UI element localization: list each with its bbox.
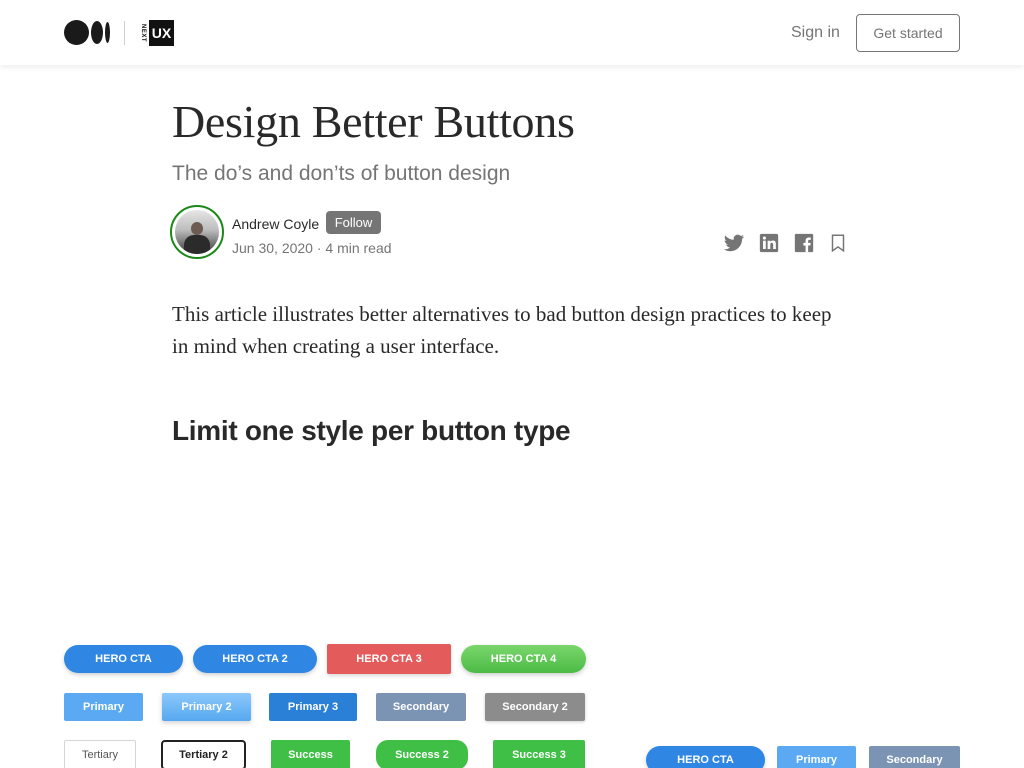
article-meta: Jun 30, 2020 · 4 min read [232,240,392,256]
medium-logo[interactable] [64,20,110,45]
figure-good-hero-cta: HERO CTA [646,746,765,768]
figure-hero-cta-2: HERO CTA 2 [193,645,317,673]
figure-success-1: Success [271,740,350,768]
figure-primary-3: Primary 3 [269,693,357,721]
figure-good-secondary: Secondary [869,746,960,768]
figure-tertiary-1: Tertiary [64,740,136,768]
linkedin-icon[interactable] [758,232,780,254]
facebook-icon[interactable] [793,232,815,254]
author-photo-body [184,235,210,254]
publication-logo[interactable]: NEXT UX [137,20,174,46]
author-photo-head [191,222,203,235]
figure-primary-1: Primary [64,693,143,721]
publication-logo-ux: UX [149,20,174,46]
figure-primary-2: Primary 2 [162,693,251,721]
medium-logo-circle-small [105,22,110,43]
publication-logo-next: NEXT [140,23,146,42]
author-avatar[interactable] [170,205,224,259]
top-navigation-bar: NEXT UX Sign in Get started [0,0,1024,65]
get-started-button[interactable]: Get started [856,14,960,52]
figure-success-2: Success 2 [376,740,468,768]
medium-logo-circle-medium [91,21,103,44]
bookmark-icon[interactable] [827,232,849,254]
author-name-link[interactable]: Andrew Coyle [232,215,319,233]
figure-secondary-1: Secondary [376,693,466,721]
article-intro: This article illustrates better alternat… [172,302,832,358]
follow-button[interactable]: Follow [326,211,381,234]
figure-secondary-2: Secondary 2 [485,693,585,721]
figure-hero-cta-1: HERO CTA [64,645,183,673]
figure-hero-cta-4: HERO CTA 4 [461,645,586,673]
figure-success-3: Success 3 [493,740,585,768]
twitter-icon[interactable] [723,232,745,254]
author-photo [175,210,219,254]
article-subtitle: The do’s and don’ts of button design [172,162,511,185]
figure-tertiary-2: Tertiary 2 [161,740,246,768]
logo-divider [124,21,125,45]
section-heading: Limit one style per button type [172,415,571,446]
figure-hero-cta-3: HERO CTA 3 [327,644,451,674]
sign-in-link[interactable]: Sign in [791,23,840,43]
article-title: Design Better Buttons [172,96,575,147]
figure-good-primary: Primary [777,746,856,768]
medium-logo-circle-large [64,20,89,45]
